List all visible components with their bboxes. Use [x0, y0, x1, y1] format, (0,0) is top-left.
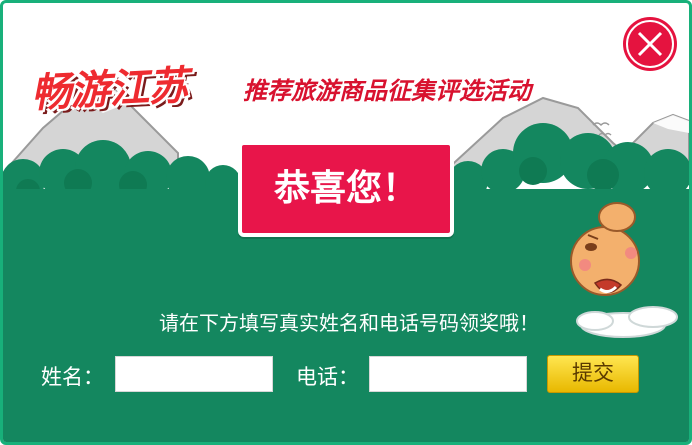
phone-label: 电话： [296, 365, 359, 389]
event-title: 推荐旅游商品征集评选活动 [243, 77, 531, 105]
phone-input[interactable] [369, 356, 527, 392]
submit-button[interactable]: 提交 [547, 355, 639, 393]
name-input[interactable] [115, 356, 273, 392]
instruction-text: 请在下方填写真实姓名和电话号码领奖哦！ [159, 311, 539, 335]
close-button[interactable] [623, 17, 677, 71]
brand-title: 畅游江苏 [30, 62, 189, 117]
prize-dialog: 畅游江苏 推荐旅游商品征集评选活动 恭喜您！ 请在下方填写真实姓名和电话号码领奖… [0, 0, 692, 445]
name-label: 姓名： [41, 365, 104, 389]
congrats-banner: 恭喜您！ [238, 141, 454, 237]
close-icon [626, 20, 674, 68]
